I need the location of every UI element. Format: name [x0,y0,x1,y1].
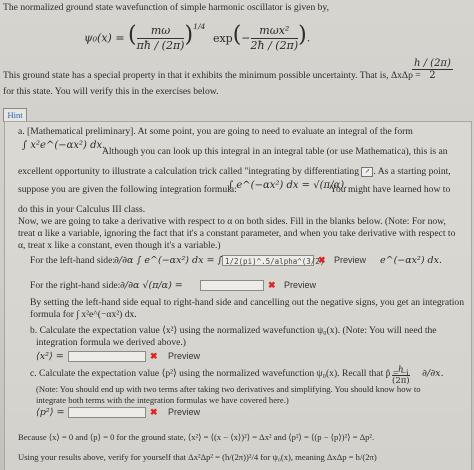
psi-exp-arg: mωx² 2ħ / (2π) [250,24,299,53]
part-a-line-5: do this in your Calculus III class. [18,204,146,215]
part-a-formula-tail: You might have learned how to [330,184,451,195]
part-a-line-2: Although you can look up this integral i… [102,146,448,157]
lhs-label: For the left-hand side: [30,255,115,266]
x2-label: ⟨x²⟩ = [36,351,64,362]
intro-line-1: The normalized ground state wavefunction… [3,2,330,13]
uncert-num: h / (2π) [412,58,453,70]
part-a-line-6: Now, we are going to take a derivative w… [18,216,446,227]
psi-prefactor: mω πħ / (2π) [136,24,185,53]
intro-line-2: This ground state has a special property… [3,70,421,81]
external-link-icon[interactable]: ↗ [361,166,374,177]
part-a-line-10: formula for ∫ x²e^(−αx²) dx. [30,309,137,320]
psi-lhs: ψ₀(x) = [84,31,125,45]
part-a-lead: a. [Mathematical preliminary]. At some p… [18,126,413,137]
x2-incorrect-icon: ✖ [150,351,158,361]
hint-button[interactable]: Hint [3,108,27,122]
part-c-line-3: integrate both terms with the integratio… [36,395,289,405]
p2-answer-input[interactable] [68,407,146,418]
lhs-preview-button[interactable]: Preview [334,255,366,266]
psi-exp-word: exp [212,31,233,45]
rhs-derivative: ∂/∂α √(π/α) = [120,280,183,291]
rhs-answer-input[interactable] [200,280,264,291]
integral-x2: ∫ x²e^(−αx²) dx. [22,140,106,151]
psi-exp-den: 2ħ / (2π) [250,39,299,52]
momentum-operator-tail: ∂/∂x. [422,368,444,379]
page: The normalized ground state wavefunction… [0,0,474,470]
lhs-tail: e^(−αx²) dx. [380,255,443,266]
op-num: h [392,365,410,376]
p2-preview-button[interactable]: Preview [168,407,200,418]
psi-prefactor-num: mω [136,24,185,39]
x2-answer-input[interactable] [68,351,146,362]
psi-power: 1/4 [193,21,206,31]
rhs-incorrect-icon: ✖ [268,280,276,290]
momentum-operator-fraction: h (2π) [392,365,410,386]
part-b-lead: b. Calculate the expectation value ⟨x²⟩ … [30,325,437,336]
part-a-line-7: treat α like a variable, ignoring the fa… [18,228,456,239]
p2-incorrect-icon: ✖ [150,407,158,417]
x2-preview-button[interactable]: Preview [168,351,200,362]
part-b-line-2: integration formula we derived above.) [36,337,186,348]
lhs-derivative: ∂/∂α ∫ e^(−αx²) dx = ∫ [114,255,223,266]
rhs-label: For the right-hand side: [30,280,121,291]
part-a-line-9: By setting the left-hand side equal to r… [30,297,465,308]
part-c-line-2: (Note: You should end up with two terms … [36,384,421,394]
part-a-line-3-tail: . As a starting point, [373,166,451,177]
intro-line-3: for this state. You will verify this in … [3,86,219,97]
part-a-line-3-text: excellent opportunity to illustrate a ca… [18,166,360,177]
lhs-answer-input[interactable]: 1/2(pi)^.5/alpha^(3/2) [222,255,324,266]
footer-line-2: Using your results above, verify for you… [18,452,377,462]
psi-equation: ψ₀(x) = (mω πħ / (2π))1/4 exp(− mωx² 2ħ / (… [84,21,311,53]
part-a-line-8: α, treat x like a constant, even though … [18,240,221,251]
hint-label: Hint [7,110,23,120]
part-a-line-3: excellent opportunity to illustrate a ca… [18,166,451,178]
psi-prefactor-den: πħ / (2π) [136,39,185,52]
part-a-line-4: suppose you are given the following inte… [18,184,237,195]
rhs-preview-button[interactable]: Preview [284,280,316,291]
uncert-den: 2 [429,70,436,81]
lhs-incorrect-icon: ✖ [318,255,326,265]
part-c-lead: c. Calculate the expectation value ⟨p²⟩ … [30,368,409,379]
p2-label: ⟨p²⟩ = [36,407,65,418]
psi-exp-num: mωx² [250,24,299,39]
footer-line-1: Because ⟨x⟩ = 0 and ⟨p⟩ = 0 for the grou… [18,432,375,442]
uncertainty-fraction: h / (2π) 2 [412,58,453,81]
